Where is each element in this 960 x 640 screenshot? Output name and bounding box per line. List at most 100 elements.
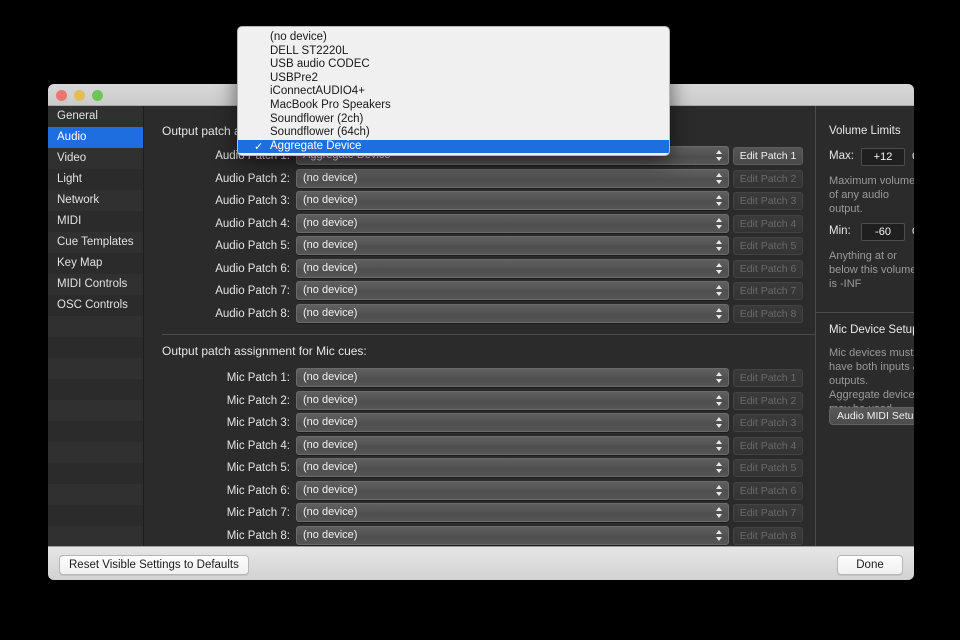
section-divider — [162, 334, 815, 335]
zoom-window-button[interactable] — [92, 90, 103, 101]
min-volume-field[interactable]: -60 — [861, 223, 905, 241]
audio-midi-setup-button[interactable]: Audio MIDI Setup... — [829, 407, 914, 425]
device-select[interactable]: (no device) — [296, 390, 729, 410]
chevron-updown-icon — [715, 528, 724, 543]
patch-row: Audio Patch 8: (no device) Edit Patch 8 — [144, 303, 815, 324]
sidebar-item-label: MIDI Controls — [57, 278, 128, 290]
device-select-value: (no device) — [303, 284, 358, 296]
device-select[interactable]: (no device) — [296, 191, 729, 210]
dropdown-item[interactable]: ✓ Aggregate Device — [238, 139, 669, 154]
device-select-value: (no device) — [303, 483, 358, 496]
desktop-background: General Audio Video Light Network MIDI Cue Tem… — [0, 0, 960, 640]
edit-patch-button: Edit Patch 8 — [733, 526, 803, 545]
min-volume-label: Min: — [829, 225, 851, 237]
device-select[interactable]: (no device) — [296, 435, 729, 455]
device-dropdown-menu[interactable]: (no device) DELL ST2220L USB audio CODEC US… — [237, 26, 670, 156]
patch-row: Mic Patch 8: (no device) Edit Patch 8 — [144, 525, 815, 546]
edit-patch-button: Edit Patch 7 — [733, 504, 803, 522]
patch-row-label: Mic Patch 3: — [226, 417, 290, 429]
dropdown-item-label: Aggregate Device — [270, 139, 362, 152]
edit-patch-button: Edit Patch 5 — [733, 459, 803, 477]
edit-patch-button: Edit Patch 3 — [733, 192, 803, 210]
edit-patch-button: Edit Patch 6 — [733, 481, 803, 500]
chevron-updown-icon — [715, 505, 724, 520]
chevron-updown-icon — [715, 193, 724, 208]
dropdown-item-label: Soundflower (64ch) — [270, 126, 370, 139]
sidebar-item-label: Network — [57, 194, 100, 206]
sidebar-item-osc-controls[interactable]: OSC Controls — [48, 295, 143, 316]
max-volume-field[interactable]: +12 — [861, 148, 905, 166]
dropdown-item[interactable]: iConnectAUDIO4+ — [238, 85, 669, 99]
sidebar-item-key-map[interactable]: Key Map — [48, 253, 143, 274]
sidebar-item-audio[interactable]: Audio — [48, 127, 143, 148]
device-select-value: (no device) — [303, 438, 358, 451]
device-select-value: (no device) — [303, 528, 358, 541]
mic-device-setup-title: Mic Device Setup — [829, 324, 914, 336]
chevron-updown-icon — [715, 171, 724, 186]
patch-row-label: Mic Patch 4: — [226, 439, 290, 452]
edit-patch-button: Edit Patch 2 — [733, 391, 803, 410]
minimize-window-button[interactable] — [74, 90, 85, 101]
sidebar-filler-row — [48, 526, 143, 546]
sidebar-item-network[interactable]: Network — [48, 190, 143, 211]
max-volume-label: Max: — [829, 150, 854, 162]
max-volume-help: Maximum volume of any audio output. — [829, 175, 914, 215]
patch-row: Mic Patch 4: (no device) Edit Patch 4 — [144, 435, 815, 456]
edit-patch-button[interactable]: Edit Patch 1 — [733, 147, 803, 165]
settings-sidebar: General Audio Video Light Network MIDI Cue Tem… — [48, 106, 144, 546]
sidebar-item-midi-controls[interactable]: MIDI Controls — [48, 274, 143, 295]
mic-section-heading: Output patch assignment for Mic cues: — [162, 344, 367, 358]
sidebar-item-light[interactable]: Light — [48, 169, 143, 190]
dropdown-item[interactable]: USB audio CODEC — [238, 58, 669, 72]
edit-patch-button: Edit Patch 8 — [733, 304, 803, 323]
dropdown-item[interactable]: DELL ST2220L — [238, 45, 669, 59]
device-select[interactable]: (no device) — [296, 368, 729, 387]
device-select-value: (no device) — [303, 239, 358, 251]
right-panel-divider — [816, 312, 914, 313]
chevron-updown-icon — [715, 261, 724, 276]
patch-row-label: Mic Patch 7: — [226, 507, 290, 519]
device-select[interactable]: (no device) — [296, 258, 729, 278]
device-select[interactable]: (no device) — [296, 458, 729, 477]
dropdown-item[interactable]: MacBook Pro Speakers — [238, 99, 669, 113]
device-select[interactable]: (no device) — [296, 168, 729, 188]
done-button[interactable]: Done — [837, 555, 903, 575]
device-select[interactable]: (no device) — [296, 236, 729, 255]
dropdown-item[interactable]: (no device) — [238, 31, 669, 45]
sidebar-filler-row — [48, 505, 143, 526]
right-panel: Volume Limits Max: +12 dB Maximum volume… — [815, 106, 914, 546]
device-select[interactable]: (no device) — [296, 281, 729, 300]
window-footer: Reset Visible Settings to Defaults Done — [48, 546, 914, 580]
mic-device-setup-help: Mic devices must have both inputs & outp… — [829, 347, 914, 415]
device-select-value: (no device) — [303, 371, 358, 383]
chevron-updown-icon — [715, 216, 724, 231]
dropdown-item[interactable]: USBPre2 — [238, 72, 669, 86]
reset-visible-settings-button[interactable]: Reset Visible Settings to Defaults — [59, 555, 249, 575]
device-select[interactable]: (no device) — [296, 413, 729, 432]
patch-row-label: Mic Patch 8: — [226, 529, 290, 542]
dropdown-item[interactable]: Soundflower (64ch) — [238, 126, 669, 140]
dropdown-item[interactable]: Soundflower (2ch) — [238, 113, 669, 127]
device-select-value: (no device) — [303, 171, 358, 184]
device-select[interactable]: (no device) — [296, 213, 729, 233]
sidebar-item-video[interactable]: Video — [48, 148, 143, 169]
sidebar-filler-row — [48, 400, 143, 421]
close-window-button[interactable] — [56, 90, 67, 101]
device-select[interactable]: (no device) — [296, 480, 729, 500]
sidebar-filler-row — [48, 337, 143, 358]
device-select[interactable]: (no device) — [296, 525, 729, 545]
sidebar-item-midi[interactable]: MIDI — [48, 211, 143, 232]
device-select-value: (no device) — [303, 194, 358, 206]
chevron-updown-icon — [715, 460, 724, 475]
sidebar-item-label: Video — [57, 152, 87, 164]
volume-limits-title: Volume Limits — [829, 125, 901, 137]
chevron-updown-icon — [715, 415, 724, 430]
patch-row: Mic Patch 7: (no device) Edit Patch 7 — [144, 503, 815, 523]
sidebar-item-cue-templates[interactable]: Cue Templates — [48, 232, 143, 253]
dropdown-item-label: MacBook Pro Speakers — [270, 98, 391, 111]
patch-row-label: Audio Patch 8: — [215, 307, 290, 320]
device-select[interactable]: (no device) — [296, 503, 729, 522]
device-select[interactable]: (no device) — [296, 303, 729, 323]
sidebar-item-general[interactable]: General — [48, 106, 143, 127]
patch-row: Audio Patch 6: (no device) Edit Patch 6 — [144, 258, 815, 279]
